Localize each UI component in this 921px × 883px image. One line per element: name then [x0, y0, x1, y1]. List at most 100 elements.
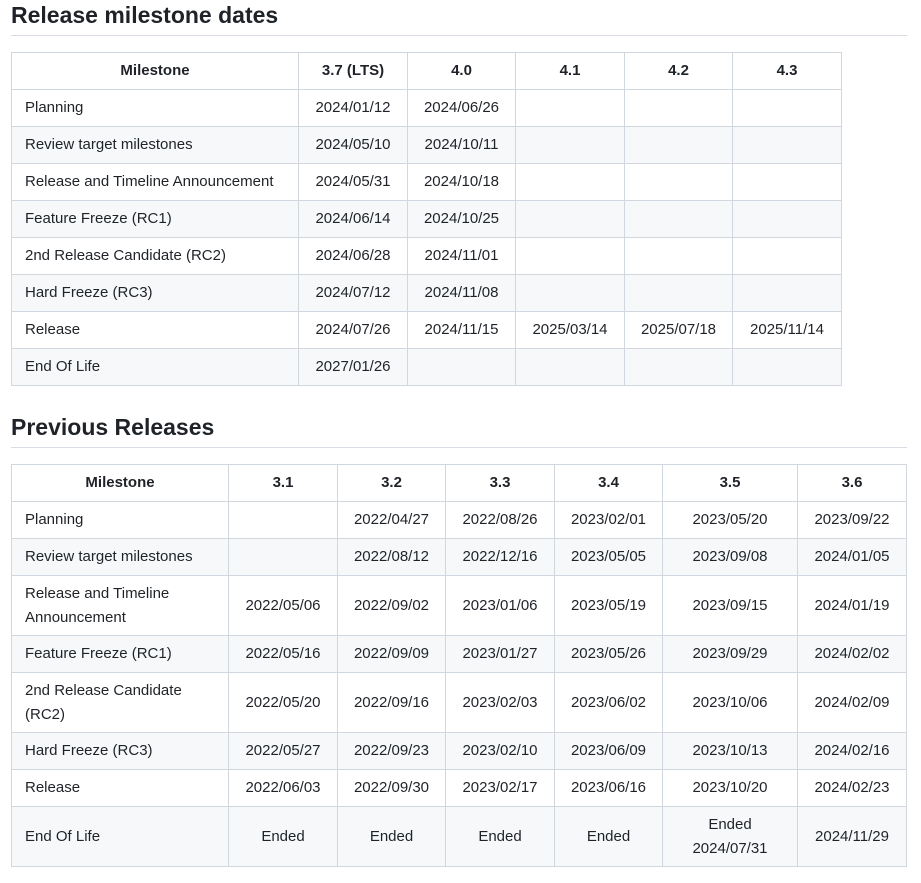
milestone-name-cell: Release and Timeline Announcement [11, 575, 229, 636]
date-cell: 2024/02/09 [797, 672, 907, 733]
milestone-name-cell: End Of Life [11, 348, 299, 386]
date-cell [515, 126, 625, 164]
date-cell [732, 126, 842, 164]
date-cell: 2022/06/03 [228, 769, 338, 807]
date-cell [624, 237, 733, 275]
table-row: Release 2024/07/26 2024/11/15 2025/03/14 202… [11, 311, 842, 349]
milestone-name-cell: Release [11, 769, 229, 807]
date-cell [515, 274, 625, 312]
date-cell [732, 200, 842, 238]
column-header-version: 3.4 [554, 464, 663, 502]
date-cell: 2024/10/18 [407, 163, 516, 201]
date-cell: 2022/08/26 [445, 501, 555, 539]
date-cell: 2022/09/16 [337, 672, 446, 733]
date-cell: 2024/06/26 [407, 89, 516, 127]
date-cell: 2023/02/10 [445, 732, 555, 770]
date-cell: 2024/11/15 [407, 311, 516, 349]
date-cell: 2023/06/09 [554, 732, 663, 770]
table-row: Planning 2022/04/27 2022/08/26 2023/02/01 20… [11, 501, 907, 539]
milestone-name-cell: Review target milestones [11, 126, 299, 164]
milestone-name-cell: Feature Freeze (RC1) [11, 635, 229, 673]
date-cell [624, 163, 733, 201]
date-cell [515, 163, 625, 201]
date-cell: 2022/12/16 [445, 538, 555, 576]
current-section: Release milestone dates Milestone 3.7 (LT… [11, 0, 907, 386]
date-cell: 2022/05/20 [228, 672, 338, 733]
column-header-version: 3.5 [662, 464, 798, 502]
date-cell: 2022/05/27 [228, 732, 338, 770]
date-cell: 2023/10/13 [662, 732, 798, 770]
table-row: Hard Freeze (RC3) 2024/07/12 2024/11/08 [11, 274, 842, 312]
date-cell: Ended [228, 806, 338, 867]
date-cell: 2024/01/12 [298, 89, 408, 127]
date-cell: 2025/03/14 [515, 311, 625, 349]
date-cell: 2023/01/27 [445, 635, 555, 673]
column-header-version: 4.3 [732, 52, 842, 90]
date-cell: 2023/09/08 [662, 538, 798, 576]
date-cell [515, 200, 625, 238]
date-cell [228, 538, 338, 576]
date-cell: 2023/10/20 [662, 769, 798, 807]
date-cell [732, 237, 842, 275]
table-row: Planning 2024/01/12 2024/06/26 [11, 89, 842, 127]
milestone-name-cell: Hard Freeze (RC3) [11, 274, 299, 312]
date-cell: 2024/10/25 [407, 200, 516, 238]
date-cell: 2024/06/28 [298, 237, 408, 275]
date-cell: 2023/09/29 [662, 635, 798, 673]
date-cell [624, 274, 733, 312]
date-cell: 2027/01/26 [298, 348, 408, 386]
table-row: Release and Timeline Announcement 2024/05… [11, 163, 842, 201]
date-cell: 2024/05/31 [298, 163, 408, 201]
date-cell: 2022/09/30 [337, 769, 446, 807]
date-cell [732, 274, 842, 312]
date-cell: 2024/02/23 [797, 769, 907, 807]
date-cell: 2024/11/01 [407, 237, 516, 275]
date-cell: 2024/11/29 [797, 806, 907, 867]
date-cell: 2023/01/06 [445, 575, 555, 636]
date-cell: 2023/02/01 [554, 501, 663, 539]
date-cell [228, 501, 338, 539]
date-cell: 2024/10/11 [407, 126, 516, 164]
milestone-name-cell: Planning [11, 89, 299, 127]
date-cell [624, 200, 733, 238]
column-header-version: 3.2 [337, 464, 446, 502]
date-cell: 2024/02/02 [797, 635, 907, 673]
date-cell [515, 348, 625, 386]
date-cell: 2022/05/16 [228, 635, 338, 673]
table-row: Release 2022/06/03 2022/09/30 2023/02/17 202… [11, 769, 907, 807]
date-cell: 2022/09/23 [337, 732, 446, 770]
date-cell: 2022/08/12 [337, 538, 446, 576]
date-cell [407, 348, 516, 386]
date-cell [624, 348, 733, 386]
table-row: 2nd Release Candidate (RC2) 2024/06/28 202… [11, 237, 842, 275]
column-header-version: 4.1 [515, 52, 625, 90]
table-row: Release and Timeline Announcement 2022/05… [11, 575, 907, 636]
column-header-version: 3.3 [445, 464, 555, 502]
date-cell [515, 237, 625, 275]
date-cell: 2024/07/12 [298, 274, 408, 312]
date-cell: 2024/01/19 [797, 575, 907, 636]
milestone-name-cell: Hard Freeze (RC3) [11, 732, 229, 770]
milestone-name-cell: Release and Timeline Announcement [11, 163, 299, 201]
date-cell: 2023/09/15 [662, 575, 798, 636]
date-cell [624, 89, 733, 127]
table-row: End Of Life Ended Ended Ended Ended Ended 202… [11, 806, 907, 867]
section-heading-current: Release milestone dates [11, 0, 907, 36]
table-row: 2nd Release Candidate (RC2) 2022/05/20 202… [11, 672, 907, 733]
column-header-version: 3.7 (LTS) [298, 52, 408, 90]
date-cell: 2023/06/16 [554, 769, 663, 807]
current-milestones-table: Milestone 3.7 (LTS) 4.0 4.1 4.2 4.3 Planning 2… [11, 52, 842, 386]
date-cell: 2023/09/22 [797, 501, 907, 539]
date-cell: Ended [554, 806, 663, 867]
date-cell [515, 89, 625, 127]
table-row: Feature Freeze (RC1) 2022/05/16 2022/09/09… [11, 635, 907, 673]
date-cell: 2024/01/05 [797, 538, 907, 576]
date-cell: 2025/11/14 [732, 311, 842, 349]
table-row: Hard Freeze (RC3) 2022/05/27 2022/09/23 202… [11, 732, 907, 770]
date-cell [732, 348, 842, 386]
date-cell: 2022/09/09 [337, 635, 446, 673]
date-cell: 2023/06/02 [554, 672, 663, 733]
date-cell: 2024/06/14 [298, 200, 408, 238]
date-cell [732, 163, 842, 201]
column-header-version: 4.0 [407, 52, 516, 90]
